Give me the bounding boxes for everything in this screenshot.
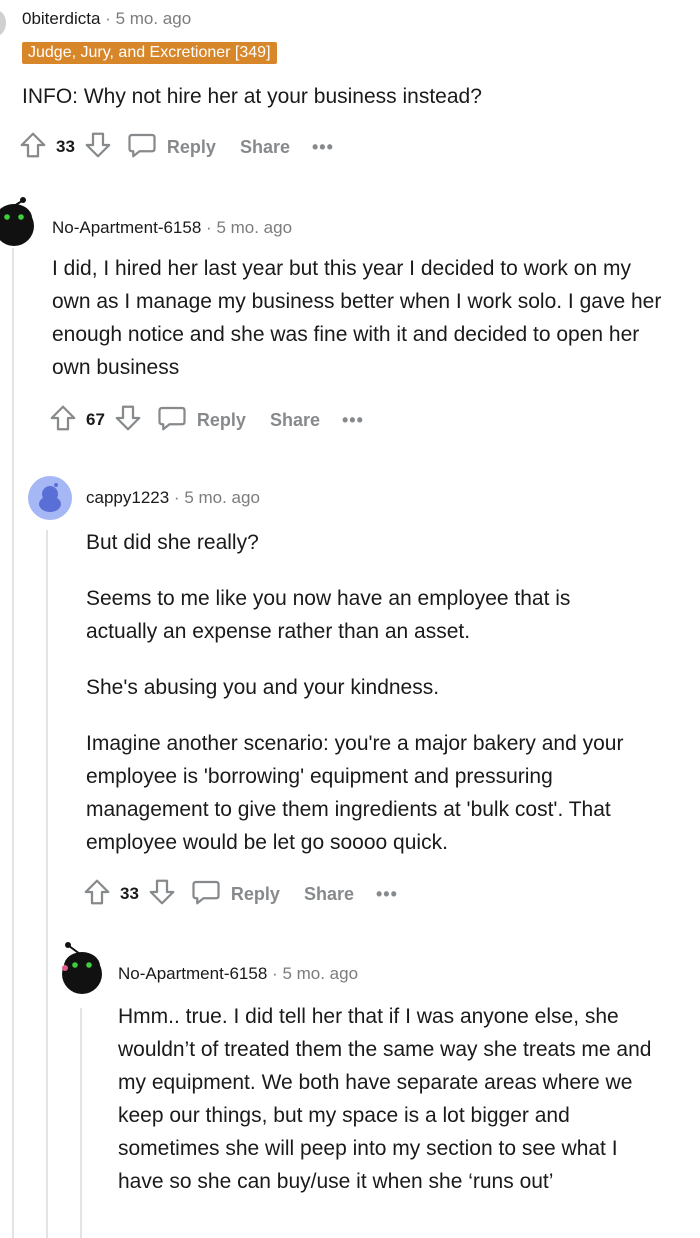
reply-button[interactable]: Reply xyxy=(127,131,216,164)
comment-body: INFO: Why not hire her at your business … xyxy=(22,80,662,113)
share-button[interactable]: Share xyxy=(270,410,320,431)
reply-label: Reply xyxy=(166,136,216,157)
upvote-icon[interactable] xyxy=(82,877,112,912)
comment-paragraph: Seems to me like you now have an employe… xyxy=(86,587,571,643)
reply-label: Reply xyxy=(230,883,280,904)
reply-button[interactable]: Reply xyxy=(191,878,280,911)
username[interactable]: cappy1223 xyxy=(86,488,169,507)
separator: · xyxy=(173,488,185,507)
avatar[interactable] xyxy=(0,196,38,248)
comment-paragraph: INFO: Why not hire her at your business … xyxy=(22,85,482,108)
comment-meta: No-Apartment-6158 · 5 mo. ago xyxy=(52,218,292,238)
timestamp[interactable]: 5 mo. ago xyxy=(116,9,192,28)
more-options-icon[interactable]: ••• xyxy=(376,884,398,905)
share-button[interactable]: Share xyxy=(240,137,290,158)
timestamp[interactable]: 5 mo. ago xyxy=(282,964,358,983)
comment-paragraph: I did, I hired her last year but this ye… xyxy=(52,257,662,379)
comment-actions: 33 Reply Share ••• xyxy=(82,877,398,911)
separator: · xyxy=(105,9,116,28)
user-flair: Judge, Jury, and Excretioner [349] xyxy=(22,42,277,64)
timestamp[interactable]: 5 mo. ago xyxy=(184,488,260,507)
comment-bubble-icon xyxy=(191,878,221,911)
vote-count: 33 xyxy=(120,884,139,903)
username[interactable]: No-Apartment-6158 xyxy=(52,218,201,237)
thread-line[interactable] xyxy=(80,1008,82,1238)
reply-label: Reply xyxy=(196,409,246,430)
comment-meta: No-Apartment-6158 · 5 mo. ago xyxy=(118,964,358,984)
comment-paragraph: But did she really? xyxy=(86,531,259,554)
reply-button[interactable]: Reply xyxy=(157,404,246,437)
comment-body: But did she really? Seems to me like you… xyxy=(86,526,676,859)
comment-meta: 0biterdicta · 5 mo. ago xyxy=(22,9,191,29)
comment-paragraph: Imagine another scenario: you're a major… xyxy=(86,732,624,854)
downvote-icon[interactable] xyxy=(147,877,177,912)
more-options-icon[interactable]: ••• xyxy=(312,137,334,158)
separator: · xyxy=(206,218,217,237)
timestamp[interactable]: 5 mo. ago xyxy=(216,218,292,237)
upvote-icon[interactable] xyxy=(18,130,48,165)
vote-count: 67 xyxy=(86,410,105,429)
avatar[interactable] xyxy=(58,942,106,996)
vote-count: 33 xyxy=(56,137,75,156)
comment-paragraph: She's abusing you and your kindness. xyxy=(86,676,440,699)
comment-paragraph: Hmm.. true. I did tell her that if I was… xyxy=(118,1005,652,1193)
separator: · xyxy=(272,964,283,983)
share-button[interactable]: Share xyxy=(304,884,354,905)
comment-body: I did, I hired her last year but this ye… xyxy=(52,252,662,384)
thread-line[interactable] xyxy=(46,530,48,1238)
thread-line[interactable] xyxy=(12,248,14,1238)
comment-meta: cappy1223 · 5 mo. ago xyxy=(86,488,260,508)
comment-bubble-icon xyxy=(157,404,187,437)
username[interactable]: 0biterdicta xyxy=(22,9,100,28)
comment-bubble-icon xyxy=(127,131,157,164)
avatar[interactable] xyxy=(0,10,6,36)
avatar[interactable] xyxy=(28,476,72,520)
comment-actions: 67 Reply Share ••• xyxy=(48,403,364,437)
downvote-icon[interactable] xyxy=(83,130,113,165)
upvote-icon[interactable] xyxy=(48,403,78,438)
comment-actions: 33 Reply Share ••• xyxy=(18,130,334,164)
username[interactable]: No-Apartment-6158 xyxy=(118,964,267,983)
comment-body: Hmm.. true. I did tell her that if I was… xyxy=(118,1000,668,1198)
more-options-icon[interactable]: ••• xyxy=(342,410,364,431)
downvote-icon[interactable] xyxy=(113,403,143,438)
